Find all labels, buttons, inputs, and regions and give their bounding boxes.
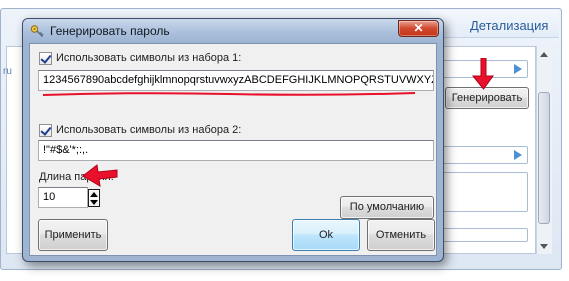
spin-up-icon[interactable] xyxy=(90,191,98,198)
play-arrow-icon[interactable] xyxy=(514,64,522,74)
set2-checkbox-row[interactable]: Использовать символы из набора 2: xyxy=(39,123,241,137)
set2-characters-field[interactable]: !"#$&'*;:,. xyxy=(38,140,434,161)
scrollbar-thumb[interactable] xyxy=(538,92,550,224)
scroll-down-icon[interactable] xyxy=(540,244,548,249)
red-arrow-down-icon xyxy=(471,58,494,90)
ok-button[interactable]: Ok xyxy=(292,219,360,251)
close-button[interactable]: ✕ xyxy=(398,20,439,37)
details-tab-title[interactable]: Детализация xyxy=(470,18,548,33)
dialog-title: Генерировать пароль xyxy=(50,24,170,38)
set1-label: Использовать символы из набора 1: xyxy=(56,52,242,64)
set2-checkbox[interactable] xyxy=(39,123,52,137)
password-length-input[interactable]: 10 xyxy=(38,187,88,208)
red-underline-annotation xyxy=(43,92,415,96)
set1-checkbox[interactable] xyxy=(39,51,52,65)
set1-checkbox-row[interactable]: Использовать символы из набора 1: xyxy=(39,51,241,65)
spin-down-icon[interactable] xyxy=(90,199,98,206)
play-arrow-icon[interactable] xyxy=(514,150,522,160)
key-icon xyxy=(30,25,44,38)
default-button[interactable]: По умолчанию xyxy=(340,196,434,219)
password-length-container: 10 xyxy=(38,187,88,208)
length-spinner[interactable] xyxy=(88,189,100,207)
generate-password-dialog: Генерировать пароль ✕ Использовать симво… xyxy=(22,18,444,262)
dialog-body: Использовать символы из набора 1: 123456… xyxy=(29,43,437,256)
set1-characters-field[interactable]: 1234567890abcdefghijklmnopqrstuvwxyzABCD… xyxy=(38,70,434,91)
dialog-titlebar[interactable]: Генерировать пароль ✕ xyxy=(23,19,443,43)
scroll-up-icon[interactable] xyxy=(540,52,548,57)
close-icon: ✕ xyxy=(413,21,424,35)
apply-button[interactable]: Применить xyxy=(38,219,108,251)
cancel-button[interactable]: Отменить xyxy=(367,219,435,251)
generate-button[interactable]: Генерировать xyxy=(445,87,529,109)
red-arrow-left-icon xyxy=(82,164,118,187)
background-side-link[interactable]: ru xyxy=(3,66,12,77)
set2-label: Использовать символы из набора 2: xyxy=(56,124,242,136)
